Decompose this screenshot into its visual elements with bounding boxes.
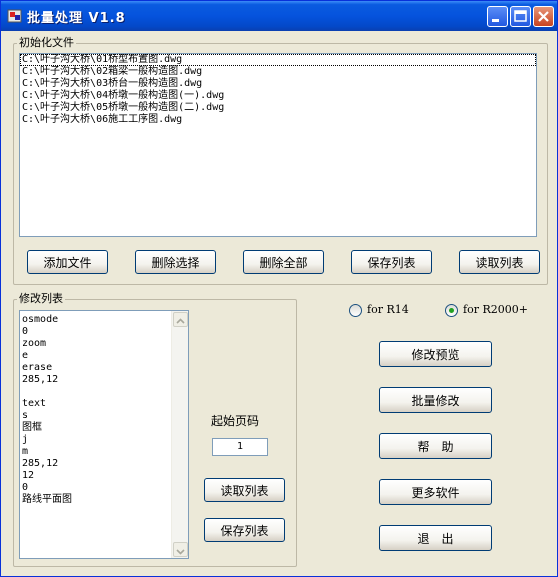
start-page-input[interactable]: 1 [212,438,268,456]
modify-list-line[interactable]: 图框 [20,422,188,434]
maximize-icon [514,10,527,22]
minimize-button[interactable] [487,6,508,27]
radio-selected-dot [449,308,454,313]
window-title: 批量处理 V1.8 [27,11,126,26]
exit-button[interactable]: 退 出 [379,525,492,551]
modify-list-scrollbar[interactable] [171,311,188,558]
read-list-button[interactable]: 读取列表 [459,250,540,274]
batch-modify-button[interactable]: 批量修改 [379,387,492,413]
modify-list-line[interactable]: 路线平面图 [20,494,188,506]
modify-list-line[interactable]: 285,12 [20,374,188,386]
close-icon [538,11,549,22]
more-software-button[interactable]: 更多软件 [379,479,492,505]
scroll-down-button[interactable] [173,542,188,557]
help-button[interactable]: 帮 助 [379,433,492,459]
modify-list-line[interactable]: erase [20,362,188,374]
file-list-item[interactable]: C:\叶子沟大桥\06施工工序图.dwg [20,114,536,126]
start-page-label: 起始页码 [211,414,260,428]
r2000-label[interactable]: for R2000+ [463,303,528,316]
modify-list-line[interactable]: osmode [20,314,188,326]
modify-save-list-button[interactable]: 保存列表 [204,518,285,542]
modify-list-line[interactable]: s [20,410,188,422]
init-files-legend: 初始化文件 [17,36,76,49]
modify-list-line[interactable]: zoom [20,338,188,350]
scroll-down-icon [176,549,185,555]
r14-label[interactable]: for R14 [367,303,409,316]
modify-list-line[interactable]: e [20,350,188,362]
file-list-item[interactable]: C:\叶子沟大桥\03桥台一般构造图.dwg [20,78,536,90]
modify-list-line[interactable] [20,386,188,398]
file-list-item[interactable]: C:\叶子沟大桥\05桥墩一般构造图(二).dwg [20,102,536,114]
modify-list-line[interactable]: 0 [20,482,188,494]
file-list-item[interactable]: C:\叶子沟大桥\02箱梁一般构造图.dwg [20,66,536,78]
preview-button[interactable]: 修改预览 [379,341,492,367]
scroll-up-button[interactable] [173,312,188,327]
r2000-radio[interactable] [445,304,458,317]
close-button[interactable] [533,6,554,27]
delete-selected-button[interactable]: 删除选择 [135,250,216,274]
modify-list-line[interactable]: 0 [20,326,188,338]
r14-radio[interactable] [349,304,362,317]
save-list-button[interactable]: 保存列表 [351,250,432,274]
modify-read-list-button[interactable]: 读取列表 [204,478,285,502]
file-list[interactable]: C:\叶子沟大桥\01桥型布置图.dwg C:\叶子沟大桥\02箱梁一般构造图.d… [19,53,537,237]
modify-list-line[interactable]: 285,12 [20,458,188,470]
modify-list[interactable]: osmode 0 zoom e erase 285,12 text s 图框 j m 285,12 1… [19,310,189,559]
title-bar[interactable]: 批量处理 V1.8 [1,1,557,31]
modify-list-line[interactable]: text [20,398,188,410]
app-icon [7,9,22,23]
file-list-item[interactable]: C:\叶子沟大桥\04桥墩一般构造图(一).dwg [20,90,536,102]
modify-list-line[interactable]: 12 [20,470,188,482]
delete-all-button[interactable]: 删除全部 [243,250,324,274]
maximize-button[interactable] [510,6,531,27]
main-window: 批量处理 V1.8 初始化文件 C:\叶子沟大桥\01桥型布置图.dwg C:\叶… [0,0,558,577]
minimize-icon [492,19,499,22]
scroll-up-icon [176,318,185,324]
add-file-button[interactable]: 添加文件 [27,250,108,274]
file-list-item[interactable]: C:\叶子沟大桥\01桥型布置图.dwg [20,54,536,66]
modify-list-line[interactable]: m [20,446,188,458]
modify-list-line[interactable]: j [20,434,188,446]
modify-list-legend: 修改列表 [17,292,65,305]
